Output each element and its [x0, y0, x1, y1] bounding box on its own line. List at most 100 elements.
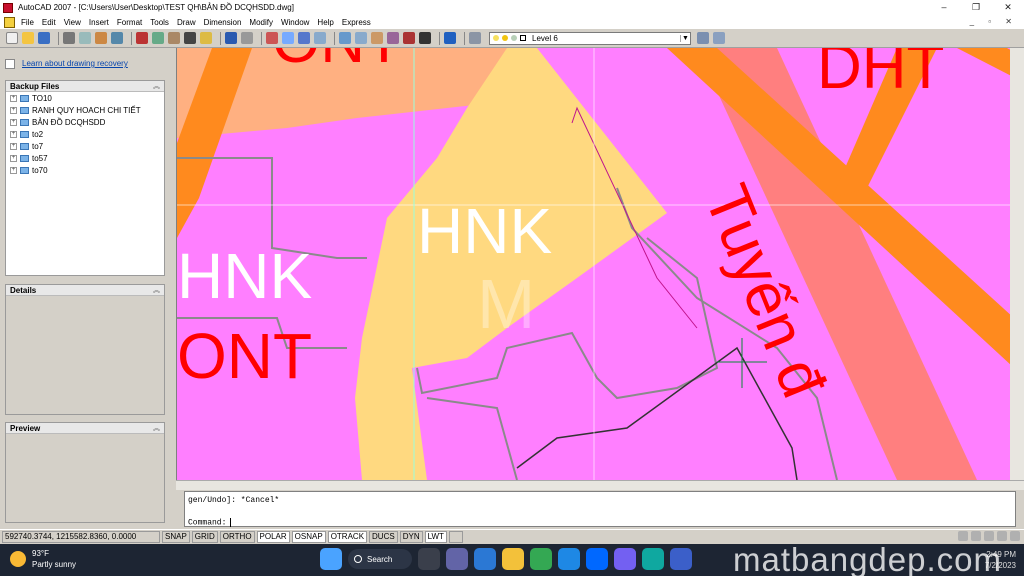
cut-icon[interactable] [136, 32, 148, 44]
status-menu-icon[interactable] [997, 531, 1007, 541]
communication-center-icon[interactable] [958, 531, 968, 541]
help-icon[interactable] [444, 32, 456, 44]
weather-widget[interactable]: 93°F Partly sunny [10, 548, 76, 570]
autocad-taskbar-icon[interactable] [642, 548, 664, 570]
preview-header[interactable]: Preview ︽ [6, 423, 164, 434]
start-icon[interactable] [320, 548, 342, 570]
tree-item[interactable]: + to57 [6, 152, 164, 164]
drawing-recovery-link[interactable]: Learn about drawing recovery [22, 59, 128, 68]
sheet-set-icon[interactable] [387, 32, 399, 44]
menu-window[interactable]: Window [281, 18, 309, 27]
properties-icon[interactable] [339, 32, 351, 44]
zoom-realtime-icon[interactable] [282, 32, 294, 44]
teams-icon[interactable] [446, 548, 468, 570]
menu-dimension[interactable]: Dimension [204, 18, 242, 27]
menu-insert[interactable]: Insert [89, 18, 109, 27]
save-icon[interactable] [38, 32, 50, 44]
collapse-icon[interactable]: ︽ [153, 81, 160, 91]
open-icon[interactable] [22, 32, 34, 44]
publish-icon[interactable] [95, 32, 107, 44]
vertical-scrollbar[interactable] [1010, 48, 1024, 480]
ortho-toggle[interactable]: ORTHO [219, 531, 255, 543]
annotation-icon[interactable] [984, 531, 994, 541]
layer-dropdown[interactable]: Level 6 ▼ [489, 31, 691, 45]
expand-icon[interactable]: + [10, 154, 17, 162]
menu-format[interactable]: Format [117, 18, 142, 27]
layer-manager-icon[interactable] [469, 32, 481, 44]
menu-draw[interactable]: Draw [177, 18, 196, 27]
menu-tools[interactable]: Tools [150, 18, 169, 27]
plot-preview-icon[interactable] [79, 32, 91, 44]
grid-toggle[interactable]: GRID [191, 531, 218, 543]
tree-item[interactable]: + BẢN ĐỒ DCQHSDD [6, 116, 164, 128]
tree-item[interactable]: + TO10 [6, 92, 164, 104]
copy-icon[interactable] [152, 32, 164, 44]
zoom-window-icon[interactable] [298, 32, 310, 44]
document-icon[interactable] [4, 16, 15, 28]
collapse-icon[interactable]: ︽ [153, 285, 160, 295]
document-window-controls[interactable]: _ ▫ ✕ [970, 15, 1018, 29]
snap-toggle[interactable]: SNAP [162, 531, 190, 543]
match-properties-icon[interactable] [184, 32, 196, 44]
paste-icon[interactable] [168, 32, 180, 44]
maximize-button[interactable]: ❐ [960, 0, 992, 15]
block-editor-icon[interactable] [200, 32, 212, 44]
edge-icon[interactable] [558, 548, 580, 570]
tree-item[interactable]: + RANH QUY HOACH CHI TIẾT [6, 104, 164, 116]
model-icon[interactable] [448, 531, 463, 543]
3d-dwf-icon[interactable] [111, 32, 123, 44]
lwt-toggle[interactable]: LWT [424, 531, 447, 543]
tool-palettes-icon[interactable] [371, 32, 383, 44]
file-explorer-icon[interactable] [502, 548, 524, 570]
coordinate-readout[interactable]: 592740.3744, 1215582.8360, 0.0000 [2, 531, 160, 543]
expand-icon[interactable]: + [10, 94, 17, 102]
tree-item[interactable]: + to70 [6, 164, 164, 176]
undo-icon[interactable] [225, 32, 237, 44]
minimize-button[interactable]: – [928, 0, 960, 15]
polar-toggle[interactable]: POLAR [256, 531, 290, 543]
print-icon[interactable] [63, 32, 75, 44]
otrack-toggle[interactable]: OTRACK [327, 531, 368, 543]
app-icon[interactable] [670, 548, 692, 570]
close-button[interactable]: ✕ [992, 0, 1024, 15]
menu-edit[interactable]: Edit [42, 18, 56, 27]
command-window[interactable]: gen/Undo]: *Cancel* Command: [184, 491, 1016, 528]
details-header[interactable]: Details ︽ [6, 285, 164, 296]
redo-icon[interactable] [241, 32, 253, 44]
menu-express[interactable]: Express [342, 18, 371, 27]
horizontal-scrollbar[interactable] [176, 480, 1024, 490]
viber-icon[interactable] [614, 548, 636, 570]
tree-item[interactable]: + to7 [6, 140, 164, 152]
pan-icon[interactable] [266, 32, 278, 44]
expand-icon[interactable]: + [10, 142, 17, 150]
chevron-down-icon[interactable]: ▼ [680, 34, 690, 42]
task-view-icon[interactable] [418, 548, 440, 570]
menu-modify[interactable]: Modify [249, 18, 273, 27]
mail-icon[interactable] [474, 548, 496, 570]
ducs-toggle[interactable]: DUCS [369, 531, 398, 543]
expand-icon[interactable]: + [10, 118, 17, 126]
make-current-layer-icon[interactable] [697, 32, 709, 44]
lock-toolbar-icon[interactable] [971, 531, 981, 541]
dyn-toggle[interactable]: DYN [399, 531, 423, 543]
markup-icon[interactable] [403, 32, 415, 44]
chrome-icon[interactable] [530, 548, 552, 570]
drawing-canvas[interactable]: ONT DHT HNK HNK ONT M Tuyến đ [176, 48, 1024, 480]
menu-view[interactable]: View [64, 18, 81, 27]
drawing-svg[interactable]: ONT DHT HNK HNK ONT M Tuyến đ [177, 48, 1024, 480]
backup-files-header[interactable]: Backup Files ︽ [6, 81, 164, 92]
expand-icon[interactable]: + [10, 166, 17, 174]
expand-icon[interactable]: + [10, 106, 17, 114]
new-icon[interactable] [6, 32, 18, 44]
quickcalc-icon[interactable] [419, 32, 431, 44]
tree-item[interactable]: + to2 [6, 128, 164, 140]
clean-screen-icon[interactable] [1010, 531, 1020, 541]
command-prompt[interactable]: Command: [188, 518, 232, 528]
design-center-icon[interactable] [355, 32, 367, 44]
zoom-previous-icon[interactable] [314, 32, 326, 44]
zalo-icon[interactable] [586, 548, 608, 570]
menu-file[interactable]: File [21, 18, 34, 27]
taskbar-search[interactable]: Search [348, 549, 412, 569]
layer-previous-icon[interactable] [713, 32, 725, 44]
menu-help[interactable]: Help [317, 18, 333, 27]
